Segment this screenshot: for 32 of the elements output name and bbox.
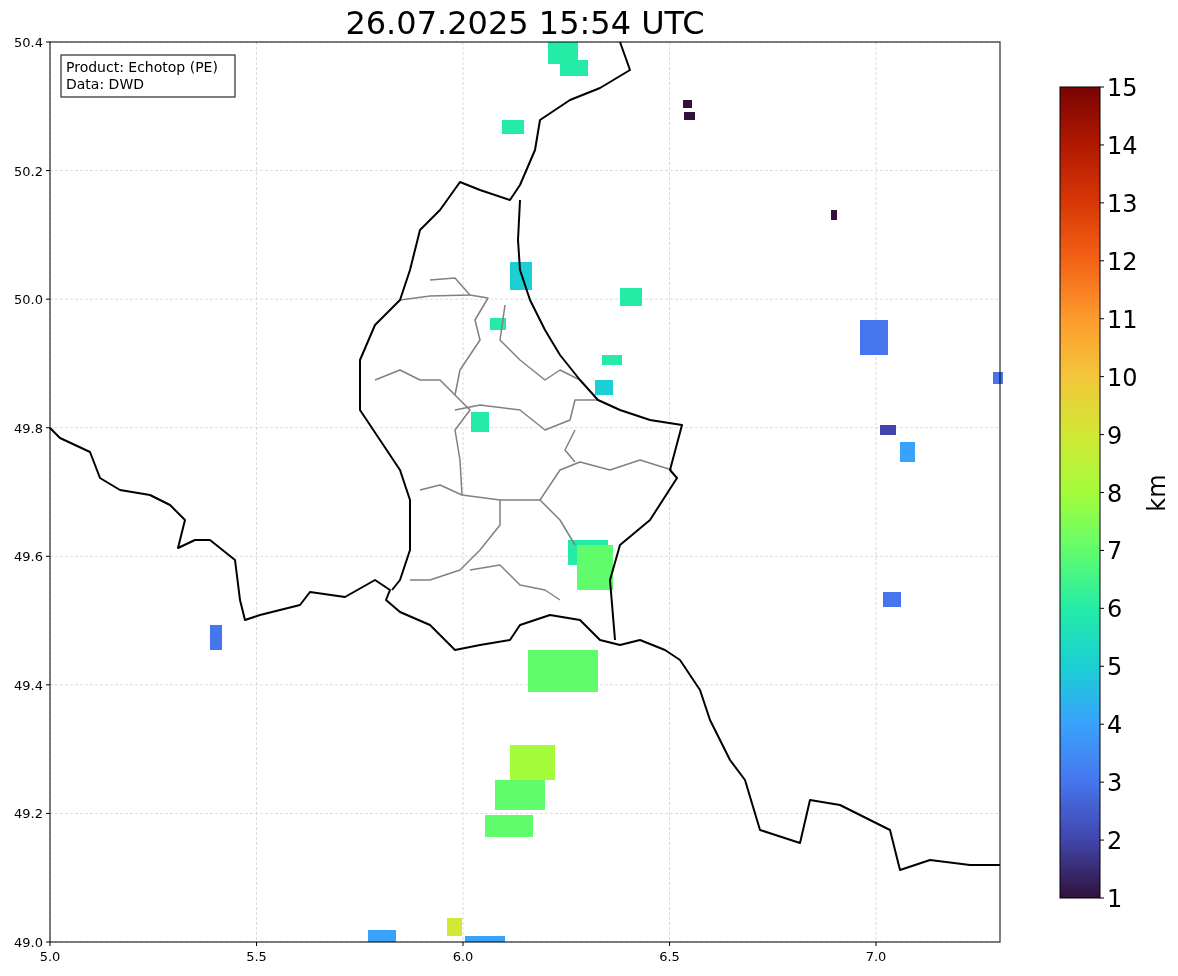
colorbar-tick-label: 9: [1107, 421, 1123, 450]
colorbar-tick-label: 7: [1107, 537, 1123, 566]
info-text: Data: DWD: [66, 76, 144, 92]
colorbar-tick-label: 2: [1107, 827, 1123, 856]
colorbar-tick-label: 15: [1107, 74, 1138, 102]
axis-tick-label: 5.5: [246, 949, 267, 964]
axis-tick-label: 50.4: [14, 35, 43, 50]
colorbar-tick-label: 4: [1107, 711, 1123, 740]
axis-tick-label: 49.6: [14, 549, 43, 565]
colorbar-tick-label: 12: [1107, 247, 1138, 276]
colorbar-label: km: [1143, 474, 1171, 512]
axis-tick-label: 50.2: [14, 163, 43, 179]
colorbar-tick-label: 1: [1107, 885, 1123, 913]
colorbar-tick-label: 3: [1107, 769, 1123, 798]
plot-title: 26.07.2025 15:54 UTC: [345, 4, 705, 42]
axis-tick-label: 49.0: [14, 935, 43, 950]
axis-tick-label: 50.0: [14, 292, 43, 308]
colorbar-tick-label: 8: [1107, 479, 1123, 508]
colorbar-tick-label: 5: [1107, 653, 1123, 682]
axis-tick-label: 7.0: [865, 949, 887, 964]
info-text: Product: Echotop (PE): [66, 59, 218, 75]
colorbar-tick-label: 13: [1107, 189, 1138, 218]
axis-tick-label: 49.2: [14, 806, 43, 822]
colorbar-tick-label: 11: [1107, 305, 1138, 334]
colorbar-tick-label: 10: [1107, 363, 1138, 392]
axis-tick-label: 49.4: [14, 677, 43, 693]
axis-tick-label: 49.8: [14, 420, 43, 436]
axis-tick-label: 5.0: [39, 949, 61, 964]
axis-tick-label: 6.0: [452, 949, 474, 964]
axis-tick-label: 6.5: [659, 949, 680, 964]
colorbar-tick-label: 6: [1107, 595, 1123, 624]
colorbar-tick-label: 14: [1107, 131, 1138, 160]
